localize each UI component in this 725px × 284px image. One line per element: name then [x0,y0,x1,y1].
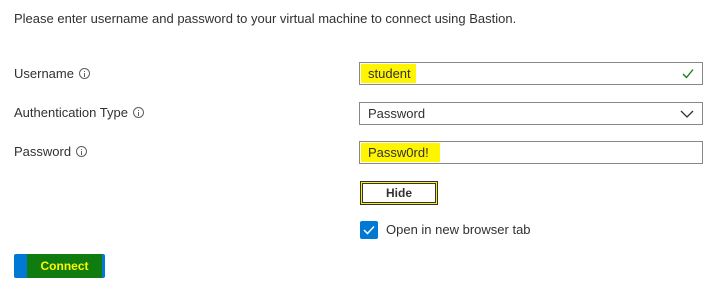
hide-button-label: Hide [362,183,436,203]
connect-highlight: Connect [27,254,102,278]
password-input[interactable]: Passw0rd! [359,141,703,164]
password-label: Password [14,144,72,159]
open-new-tab-label[interactable]: Open in new browser tab [386,222,531,237]
hide-password-button[interactable]: Hide [360,181,438,205]
auth-type-value: Password [368,106,426,121]
connect-button[interactable]: Connect [14,254,105,278]
info-icon[interactable] [78,68,90,79]
username-input[interactable]: student [359,62,703,85]
username-label-row: Username [14,66,90,81]
username-value: student [368,66,411,81]
auth-type-label-row: Authentication Type [14,105,144,120]
password-value: Passw0rd! [368,145,429,160]
open-new-tab-checkbox[interactable] [360,221,378,239]
auth-type-dropdown[interactable]: Password [359,102,703,125]
connect-button-label: Connect [40,259,89,273]
intro-text: Please enter username and password to yo… [14,11,517,26]
chevron-down-icon [680,110,694,118]
password-label-row: Password [14,144,88,159]
info-icon[interactable] [132,107,144,118]
checkbox-checked-icon [363,225,375,235]
bastion-connect-form: Please enter username and password to yo… [0,0,725,284]
info-icon[interactable] [76,146,88,157]
checkmark-icon [682,69,694,79]
auth-type-label: Authentication Type [14,105,128,120]
username-label: Username [14,66,74,81]
